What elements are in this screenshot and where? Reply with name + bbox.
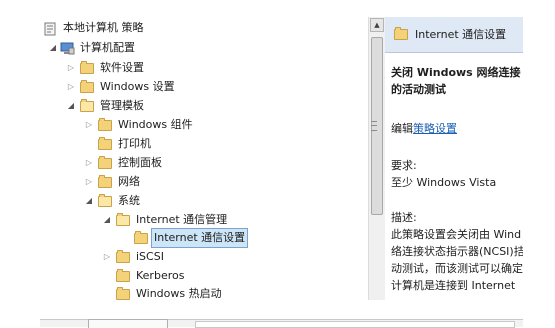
edit-prefix: 编辑 (391, 122, 413, 135)
tree-item-label: Windows 热启动 (136, 287, 222, 300)
tree-scrollbar[interactable]: ▲ (368, 17, 385, 300)
description-line-1: 此策略设置会关闭由 Wind (391, 228, 522, 241)
folder-icon (80, 80, 94, 93)
folder-icon (116, 250, 130, 263)
policy-title-line-1: 关闭 Windows 网络连接 (391, 66, 521, 79)
tree-item-label: 计算机配置 (80, 41, 135, 54)
scroll-up-button[interactable]: ▲ (370, 18, 384, 32)
folder-icon (116, 287, 130, 300)
folder-icon (134, 231, 148, 244)
folder-icon (98, 156, 112, 169)
requirements-value: 至少 Windows Vista (391, 176, 497, 189)
requirements-label: 要求: (391, 159, 417, 172)
folder-icon (98, 175, 112, 188)
description-line-3: 动测试，而该测试可以确定 (391, 262, 523, 275)
expand-arrow-icon[interactable]: ◢ (102, 211, 112, 229)
tree-item-label: 管理模板 (100, 99, 144, 112)
collapsed-arrow-icon[interactable]: ▷ (84, 116, 94, 134)
description-label: 描述: (391, 211, 417, 224)
folder-icon (116, 269, 130, 282)
open-folder-icon (116, 213, 130, 226)
detail-pane: Internet 通信设置 关闭 Windows 网络连接 的活动测试 编辑策略… (385, 17, 523, 300)
description-line-2: 络连接状态指示器(NCSI)拮 (391, 245, 523, 258)
expand-arrow-icon[interactable]: ◢ (66, 97, 76, 115)
tree-item-label: Internet 通信管理 (136, 213, 228, 226)
open-folder-icon (80, 99, 94, 112)
edit-policy-link[interactable]: 策略设置 (413, 122, 457, 135)
folder-icon (80, 61, 94, 74)
policy-document-icon (44, 22, 58, 36)
tree-item-label-selected: Internet 通信设置 (150, 228, 249, 248)
bottom-panel-strip (40, 319, 523, 328)
description-line-4: 计算机是连接到 Internet (391, 279, 516, 292)
tree-item-label: Kerberos (136, 269, 185, 282)
gpedit-window: 本地计算机 策略 ◢ 计算机配置 ▷ 软件设置 ▷ Windows 设置 ◢ 管… (40, 17, 523, 300)
collapsed-arrow-icon[interactable]: ▷ (66, 59, 76, 77)
tree-item-label: 网络 (118, 175, 140, 188)
folder-icon (394, 27, 408, 40)
tree-item-label: 本地计算机 策略 (63, 21, 144, 34)
collapsed-arrow-icon[interactable]: ▷ (102, 248, 112, 266)
tree-item-label: 控制面板 (118, 156, 162, 169)
collapsed-arrow-icon[interactable]: ▷ (84, 154, 94, 172)
detail-header-title: Internet 通信设置 (415, 28, 507, 41)
policy-title-line-2: 的活动测试 (391, 83, 446, 96)
collapsed-arrow-icon[interactable]: ▷ (66, 78, 76, 96)
scroll-grip-icon (371, 121, 377, 131)
open-folder-icon (98, 194, 112, 207)
computer-icon (60, 42, 75, 55)
tree-item-label: 打印机 (118, 137, 151, 150)
edit-policy-line: 编辑策略设置 (391, 121, 457, 137)
expand-arrow-icon[interactable]: ◢ (48, 39, 58, 57)
tree-item-label: Windows 组件 (118, 118, 193, 131)
tree-item-label: 系统 (118, 194, 140, 207)
expand-arrow-icon[interactable]: ◢ (84, 192, 94, 210)
collapsed-arrow-icon[interactable]: ▷ (84, 173, 94, 191)
tree-item-label: iSCSI (136, 250, 164, 263)
tree-item-label: 软件设置 (100, 61, 144, 74)
detail-header: Internet 通信设置 (385, 17, 523, 53)
tree-item-label: Windows 设置 (100, 80, 175, 93)
folder-icon (98, 118, 112, 131)
policy-tree: 本地计算机 策略 ◢ 计算机配置 ▷ 软件设置 ▷ Windows 设置 ◢ 管… (40, 17, 368, 300)
folder-icon (98, 137, 112, 150)
